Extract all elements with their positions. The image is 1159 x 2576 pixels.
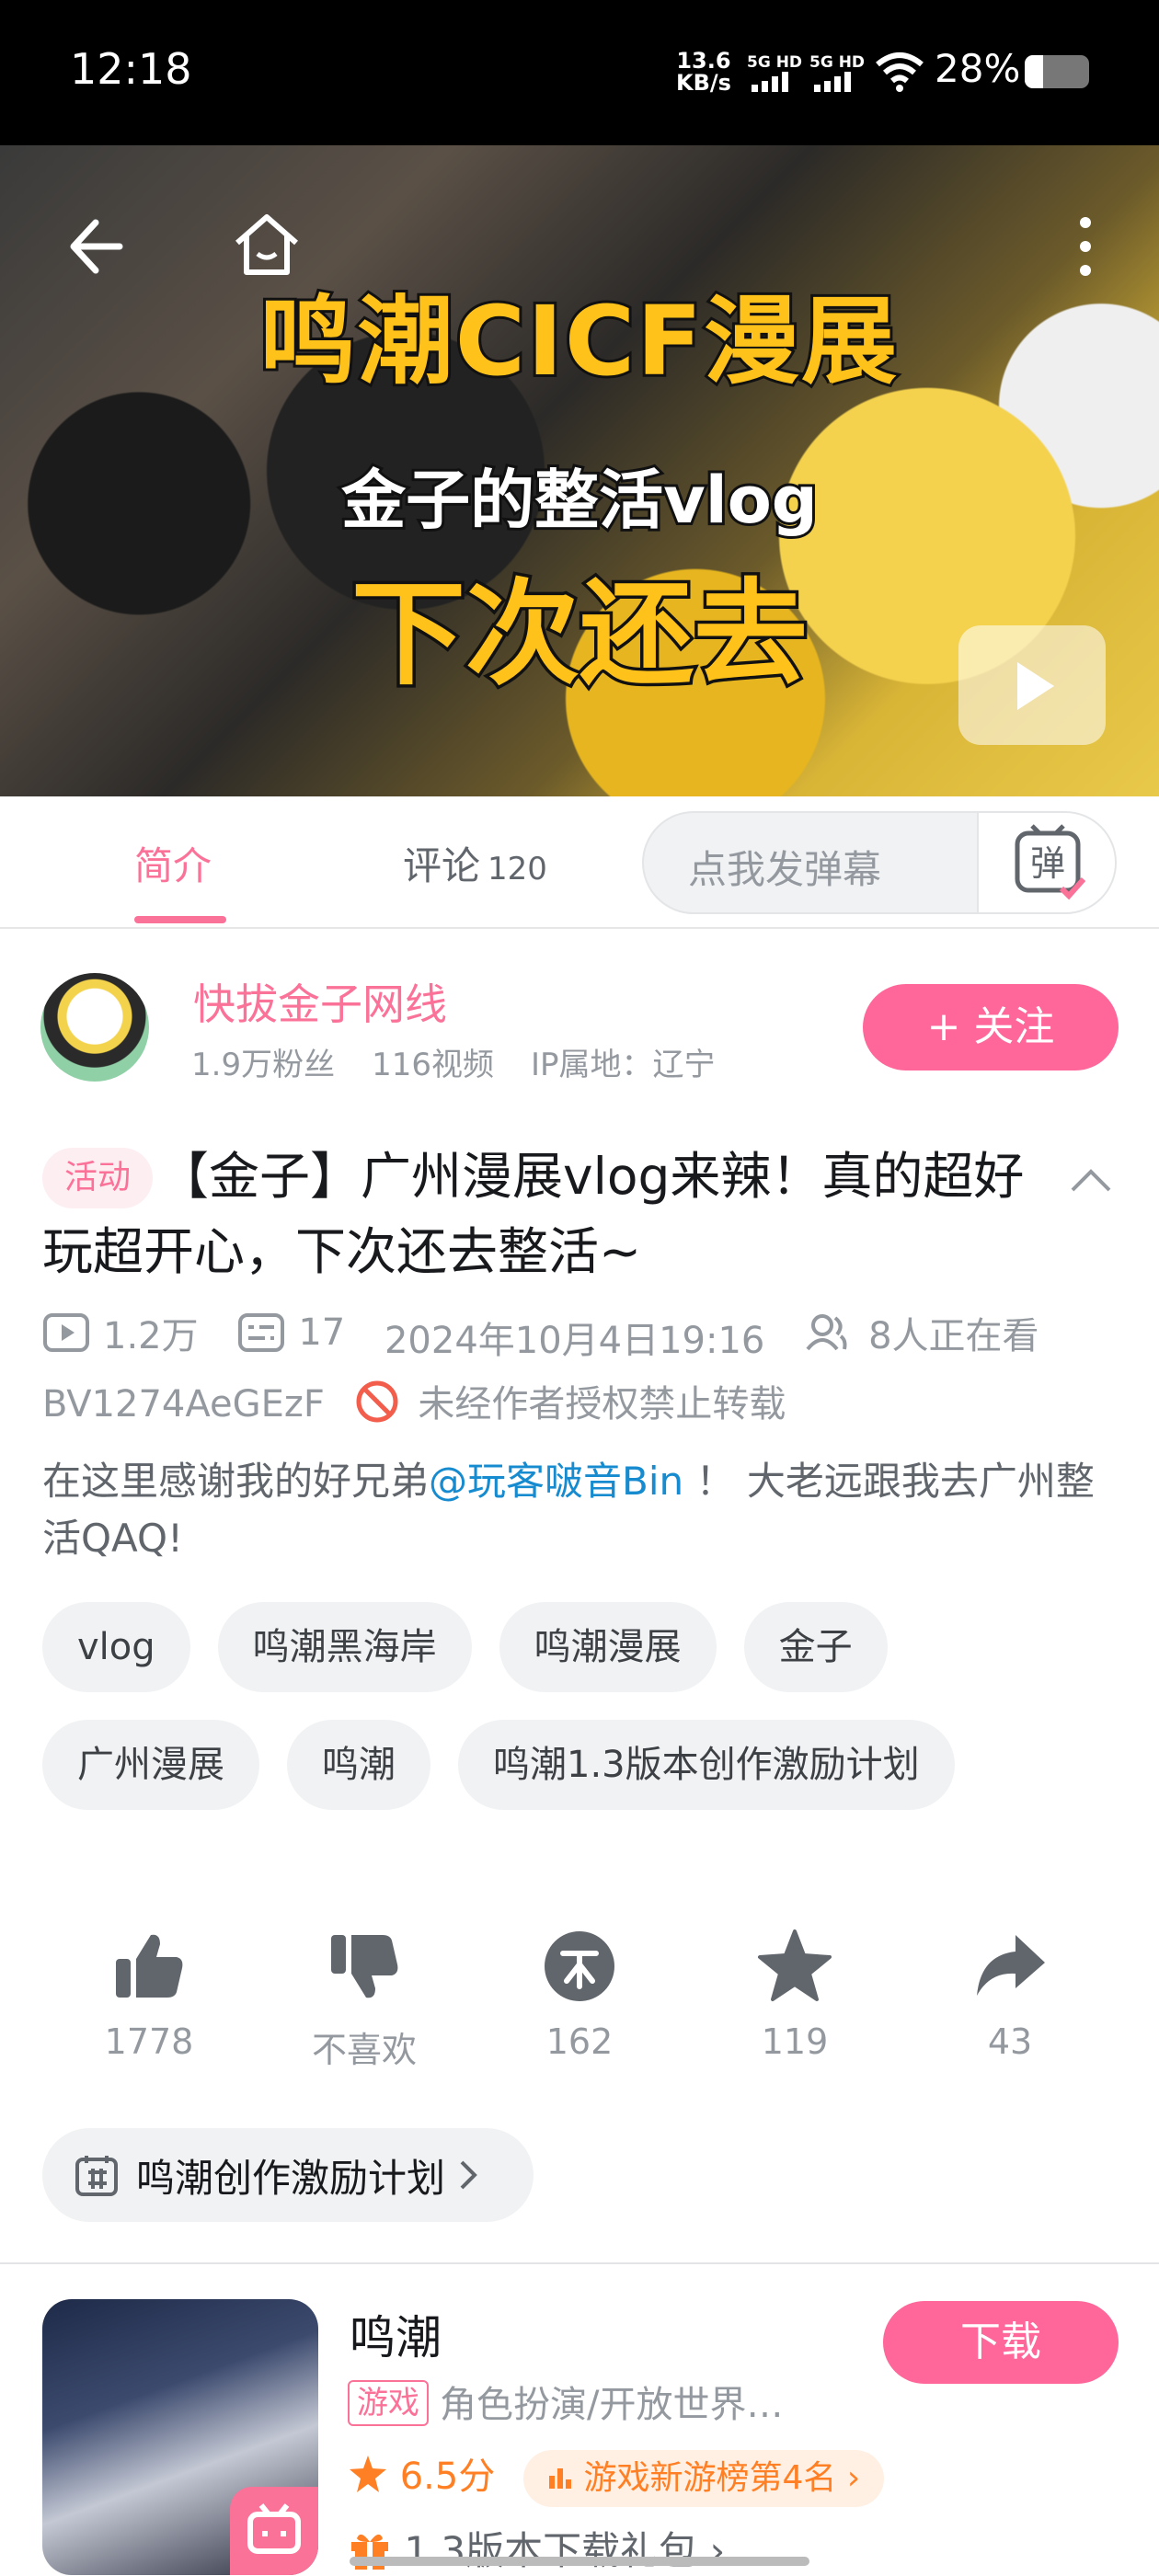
home-indicator[interactable] (350, 2557, 809, 2566)
publish-date: 2024年10月4日19:16 (384, 1320, 765, 1362)
divider (0, 2262, 1159, 2264)
tab-intro[interactable]: 简介 (134, 835, 212, 891)
back-arrow-icon[interactable] (55, 210, 129, 283)
bvid-row: BV1274AeGEzF 未经作者授权禁止转载 (42, 1374, 786, 1427)
home-icon[interactable] (230, 208, 304, 281)
wifi-icon (876, 52, 924, 92)
people-icon (806, 1314, 847, 1351)
game-name: 鸣潮 (350, 2311, 442, 2364)
danmu-input[interactable]: 点我发弹幕 弹 (642, 811, 1117, 914)
follow-button[interactable]: + 关注 (863, 984, 1119, 1070)
svg-text:弹: 弹 (1030, 843, 1065, 884)
signal-5g-2: 5G HD (809, 53, 866, 72)
game-gift-row[interactable]: 1.3版本下载礼包 › (348, 2520, 725, 2576)
more-icon[interactable] (1067, 210, 1104, 283)
tab-indicator (134, 916, 226, 923)
danmaku-count-icon (238, 1313, 285, 1352)
video-stats: 1.2万 17 2024年10月4日19:16 8人正在看 (42, 1306, 1067, 1364)
video-title: 活动 【金子】广州漫展vlog来辣！真的超好玩超开心，下次还去整活~ (42, 1139, 1063, 1289)
views-stat: 1.2万 (42, 1306, 199, 1359)
rating-star-icon (350, 2456, 386, 2492)
watching-stat: 8人正在看 (804, 1306, 1039, 1359)
video-title-text: 【金子】广州漫展vlog来辣！真的超好玩超开心，下次还去整活~ (42, 1147, 1025, 1281)
coin-button[interactable]: 162 (488, 1928, 671, 2062)
game-genre-row: 游戏 角色扮演/开放世界… (348, 2375, 783, 2428)
game-category-label: 游戏 (348, 2380, 429, 2426)
danmu-placeholder: 点我发弹幕 (688, 847, 882, 892)
game-rank-badge[interactable]: 游戏新游榜第4名 › (523, 2450, 885, 2507)
thumbnail-title-1: 鸣潮CICF漫展 (258, 282, 900, 400)
net-rate: 13.6 KB/s (676, 48, 731, 96)
play-count-icon (43, 1313, 89, 1352)
share-icon (977, 1935, 1045, 1996)
like-button[interactable]: 1778 (57, 1928, 241, 2062)
uploader-videos: 116视频 (372, 1047, 494, 1083)
mention-link[interactable]: @玩客啵音Bin (429, 1459, 683, 1504)
bilibili-badge-icon (230, 2487, 318, 2575)
thumbs-up-icon (116, 1934, 183, 1998)
video-player[interactable]: 鸣潮CICF漫展 金子的整活vlog 下次还去 (0, 145, 1159, 796)
bvid[interactable]: BV1274AeGEzF (42, 1383, 325, 1425)
uploader-name[interactable]: 快拔金子网线 (193, 971, 447, 1032)
star-icon (758, 1929, 832, 2001)
tag-chip[interactable]: 鸣潮漫展 (499, 1602, 717, 1692)
play-tv-icon[interactable] (958, 625, 1106, 745)
action-bar: 1778 不喜欢 162 119 43 (0, 1928, 1159, 2075)
battery-icon (1025, 55, 1089, 88)
signal-bars-icon (752, 72, 788, 92)
tag-chip[interactable]: 广州漫展 (42, 1720, 259, 1810)
signal-5g-1: 5G HD (747, 53, 803, 72)
status-bar: 12:18 13.6 KB/s 5G HD 5G HD 28% (0, 0, 1159, 145)
signal-bars-icon-2 (814, 72, 851, 92)
game-genre: 角色扮演/开放世界… (440, 2384, 784, 2426)
tag-chip[interactable]: 鸣潮 (287, 1720, 430, 1810)
thumbs-down-icon (331, 1935, 398, 1998)
copyright-notice: 未经作者授权禁止转载 (418, 1383, 786, 1425)
clock: 12:18 (70, 44, 192, 94)
activity-tag[interactable]: 活动 (42, 1148, 154, 1208)
tab-comments[interactable]: 评论 120 (403, 835, 547, 891)
dislike-button[interactable]: 不喜欢 (272, 1928, 456, 2072)
tag-chip[interactable]: 鸣潮黑海岸 (217, 1602, 472, 1692)
uploader-ip: IP属地：辽宁 (530, 1047, 716, 1083)
comments-count: 120 (488, 851, 547, 887)
tab-bar: 简介 评论 120 点我发弹幕 弹 (0, 796, 1159, 929)
uploader-fans: 1.9万粉丝 (191, 1047, 336, 1083)
tag-chip[interactable]: 金子 (743, 1602, 888, 1692)
danmaku-stat: 17 (237, 1311, 345, 1354)
game-cover[interactable] (42, 2299, 318, 2575)
forbidden-icon (356, 1380, 398, 1423)
incentive-plan-label: 鸣潮创作激励计划 (136, 2155, 446, 2201)
danmu-toggle-button[interactable]: 弹 (977, 813, 1115, 912)
danmu-icon: 弹 (1015, 824, 1086, 900)
uploader-meta: 1.9万粉丝 116视频 IP属地：辽宁 (191, 1039, 752, 1084)
rank-bars-icon (549, 2468, 572, 2489)
incentive-plan-chip[interactable]: 鸣潮创作激励计划 (42, 2128, 534, 2222)
chevron-up-icon[interactable] (1067, 1157, 1115, 1205)
thumbnail-title-2: 金子的整活vlog (339, 460, 820, 541)
tab-comments-label: 评论 (403, 843, 481, 888)
uploader-avatar[interactable] (40, 973, 149, 1082)
battery-percent: 28% (935, 46, 1021, 91)
uploader-row: 快拔金子网线 1.9万粉丝 116视频 IP属地：辽宁 + 关注 (0, 966, 1159, 1085)
tag-chip[interactable]: 鸣潮1.3版本创作激励计划 (458, 1720, 955, 1810)
game-rating-row: 6.5分 游戏新游榜第4名 › (348, 2446, 885, 2507)
video-description: 在这里感谢我的好兄弟@玩客啵音Bin ！ 大老远跟我去广州整活QAQ! (42, 1459, 1095, 1561)
coin-icon (545, 1931, 614, 2001)
share-button[interactable]: 43 (918, 1928, 1102, 2062)
game-gift: 1.3版本下载礼包 (404, 2528, 698, 2573)
tag-list: vlog 鸣潮黑海岸 鸣潮漫展 金子广州漫展 鸣潮 鸣潮1.3版本创作激励计划 (42, 1602, 1137, 1838)
hashtag-icon (75, 2156, 118, 2196)
download-button[interactable]: 下载 (883, 2301, 1119, 2384)
chevron-right-icon (460, 2160, 477, 2190)
game-rating: 6.5分 (399, 2456, 496, 2498)
favorite-button[interactable]: 119 (703, 1928, 887, 2062)
tag-chip[interactable]: vlog (42, 1602, 190, 1692)
